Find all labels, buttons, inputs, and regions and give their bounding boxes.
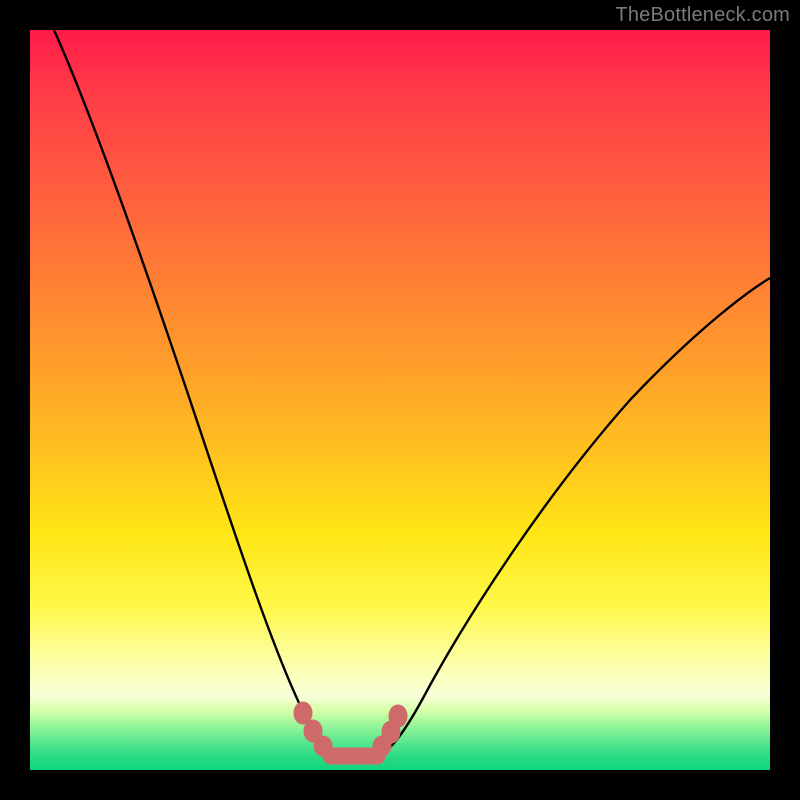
plot-area (30, 30, 770, 770)
chart-frame: TheBottleneck.com (0, 0, 800, 800)
curve-layer (30, 30, 770, 770)
bottleneck-curve (54, 30, 770, 757)
bottom-lobes (294, 702, 407, 764)
watermark-text: TheBottleneck.com (615, 4, 790, 27)
